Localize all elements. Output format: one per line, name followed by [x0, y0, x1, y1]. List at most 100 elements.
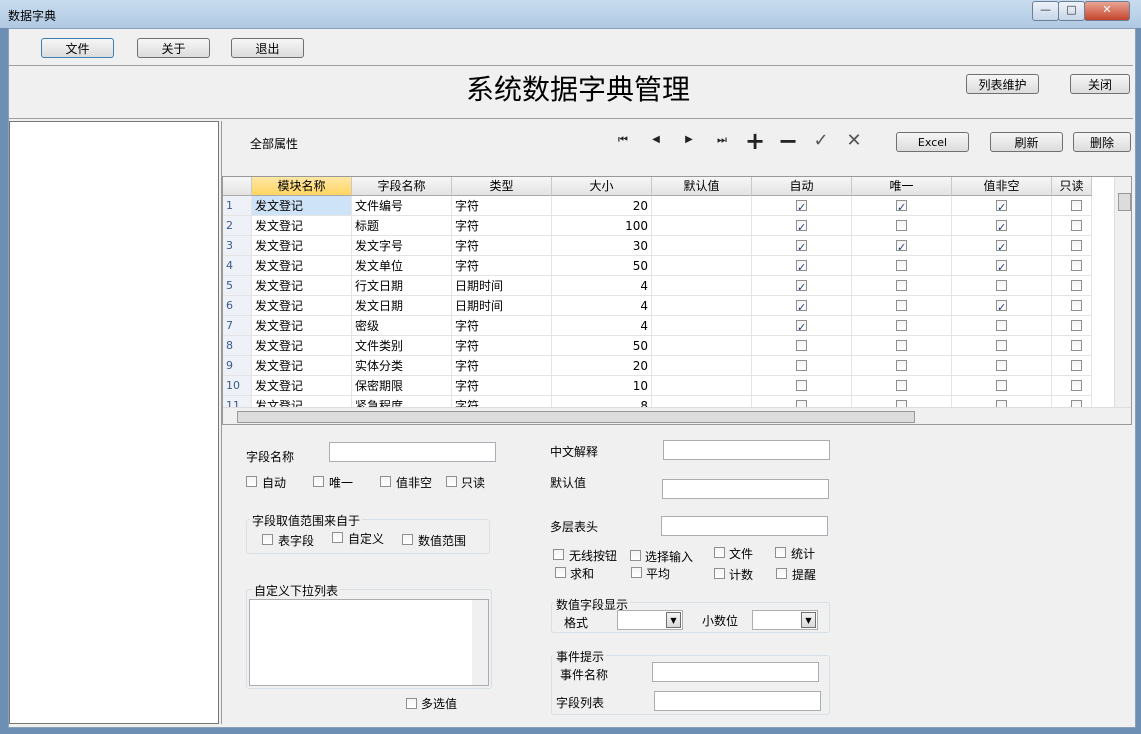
unchecked-checkbox[interactable] [896, 300, 907, 311]
checkbox-cell[interactable] [752, 196, 852, 216]
about-button[interactable]: 关于 [137, 38, 210, 58]
checkbox-cell[interactable] [752, 236, 852, 256]
checked-checkbox[interactable] [796, 298, 807, 315]
checkbox-cell[interactable] [952, 376, 1052, 396]
vertical-scrollbar[interactable] [1114, 177, 1131, 407]
checkbox-cell[interactable] [952, 336, 1052, 356]
format-select[interactable]: ▼ [617, 610, 683, 630]
checkbox-cell[interactable] [852, 316, 952, 336]
unique-checkbox[interactable] [313, 476, 324, 487]
unchecked-checkbox[interactable] [796, 380, 807, 391]
grid-cell[interactable]: 50 [552, 336, 652, 356]
column-header[interactable]: 字段名称 [352, 177, 452, 196]
checkbox-cell[interactable] [852, 216, 952, 236]
textarea-scrollbar[interactable] [472, 600, 488, 685]
grid-cell[interactable] [652, 236, 752, 256]
grid-cell[interactable] [652, 316, 752, 336]
row-number[interactable]: 9 [223, 356, 252, 376]
unchecked-checkbox[interactable] [1071, 280, 1082, 291]
grid-cell[interactable] [652, 356, 752, 376]
grid-cell[interactable]: 20 [552, 356, 652, 376]
checked-checkbox[interactable] [896, 198, 907, 215]
range-custom-checkbox[interactable] [332, 532, 343, 543]
grid-cell[interactable]: 密级 [352, 316, 452, 336]
checkbox-cell[interactable] [852, 336, 952, 356]
grid-cell[interactable]: 字符 [452, 356, 552, 376]
row-number[interactable]: 4 [223, 256, 252, 276]
grid-cell[interactable]: 4 [552, 276, 652, 296]
unchecked-checkbox[interactable] [996, 380, 1007, 391]
table-row[interactable]: 4 发文登记 发文单位 字符 50 [223, 256, 1131, 276]
unchecked-checkbox[interactable] [896, 340, 907, 351]
unchecked-checkbox[interactable] [1071, 320, 1082, 331]
checkbox-cell[interactable] [752, 256, 852, 276]
table-row[interactable]: 1 发文登记 文件编号 字符 20 [223, 196, 1131, 216]
avg-option-checkbox[interactable] [631, 567, 642, 578]
checkbox-cell[interactable] [1052, 236, 1092, 256]
grid-cell[interactable]: 字符 [452, 336, 552, 356]
grid-cell[interactable] [652, 336, 752, 356]
checked-checkbox[interactable] [996, 198, 1007, 215]
checkbox-cell[interactable] [752, 296, 852, 316]
checkbox-cell[interactable] [752, 376, 852, 396]
unchecked-checkbox[interactable] [896, 380, 907, 391]
checkbox-cell[interactable] [952, 356, 1052, 376]
grid-cell[interactable]: 字符 [452, 316, 552, 336]
add-record-icon[interactable]: + [743, 127, 767, 155]
grid-cell[interactable]: 保密期限 [352, 376, 452, 396]
grid-cell[interactable]: 发文登记 [252, 276, 352, 296]
select-input-checkbox[interactable] [630, 550, 641, 561]
checkbox-cell[interactable] [952, 256, 1052, 276]
chevron-down-icon[interactable]: ▼ [666, 612, 681, 628]
field-name-input[interactable] [329, 442, 496, 462]
checkbox-cell[interactable] [752, 216, 852, 236]
file-button[interactable]: 文件 [41, 38, 114, 58]
unchecked-checkbox[interactable] [1071, 240, 1082, 251]
hscroll-thumb[interactable] [237, 411, 915, 423]
grid-corner[interactable] [223, 177, 252, 196]
row-number[interactable]: 3 [223, 236, 252, 256]
table-row[interactable]: 2 发文登记 标题 字符 100 [223, 216, 1131, 236]
checkbox-cell[interactable] [1052, 276, 1092, 296]
checked-checkbox[interactable] [796, 258, 807, 275]
checked-checkbox[interactable] [796, 318, 807, 335]
grid-cell[interactable]: 日期时间 [452, 296, 552, 316]
grid-cell[interactable]: 行文日期 [352, 276, 452, 296]
unchecked-checkbox[interactable] [1071, 360, 1082, 371]
table-row[interactable]: 5 发文登记 行文日期 日期时间 4 [223, 276, 1131, 296]
row-number[interactable]: 6 [223, 296, 252, 316]
notnull-checkbox[interactable] [380, 476, 391, 487]
checkbox-cell[interactable] [752, 276, 852, 296]
checkbox-cell[interactable] [952, 316, 1052, 336]
radio-option-checkbox[interactable] [553, 549, 564, 560]
excel-button[interactable]: Excel [896, 132, 969, 152]
grid-cell[interactable]: 发文日期 [352, 296, 452, 316]
event-name-input[interactable] [652, 662, 819, 682]
checkbox-cell[interactable] [1052, 216, 1092, 236]
default-input[interactable] [662, 479, 829, 499]
checkbox-cell[interactable] [952, 196, 1052, 216]
checkbox-cell[interactable] [952, 216, 1052, 236]
column-header[interactable]: 值非空 [952, 177, 1052, 196]
custom-list-textarea[interactable] [249, 599, 489, 686]
grid-cell[interactable]: 发文登记 [252, 356, 352, 376]
row-number[interactable]: 8 [223, 336, 252, 356]
grid-cell[interactable]: 4 [552, 296, 652, 316]
grid-cell[interactable]: 日期时间 [452, 276, 552, 296]
refresh-button[interactable]: 刷新 [990, 132, 1063, 152]
unchecked-checkbox[interactable] [996, 320, 1007, 331]
grid-cell[interactable] [652, 376, 752, 396]
column-header[interactable]: 唯一 [852, 177, 952, 196]
multi-value-checkbox[interactable] [406, 698, 417, 709]
table-row[interactable]: 6 发文登记 发文日期 日期时间 4 [223, 296, 1131, 316]
column-header[interactable]: 类型 [452, 177, 552, 196]
auto-checkbox[interactable] [246, 476, 257, 487]
grid-cell[interactable] [652, 216, 752, 236]
unchecked-checkbox[interactable] [996, 360, 1007, 371]
range-numeric-checkbox[interactable] [402, 534, 413, 545]
grid-cell[interactable]: 字符 [452, 196, 552, 216]
grid-cell[interactable]: 字符 [452, 256, 552, 276]
grid-cell[interactable]: 字符 [452, 216, 552, 236]
range-table-checkbox[interactable] [262, 534, 273, 545]
minimize-button[interactable]: — [1032, 1, 1059, 21]
